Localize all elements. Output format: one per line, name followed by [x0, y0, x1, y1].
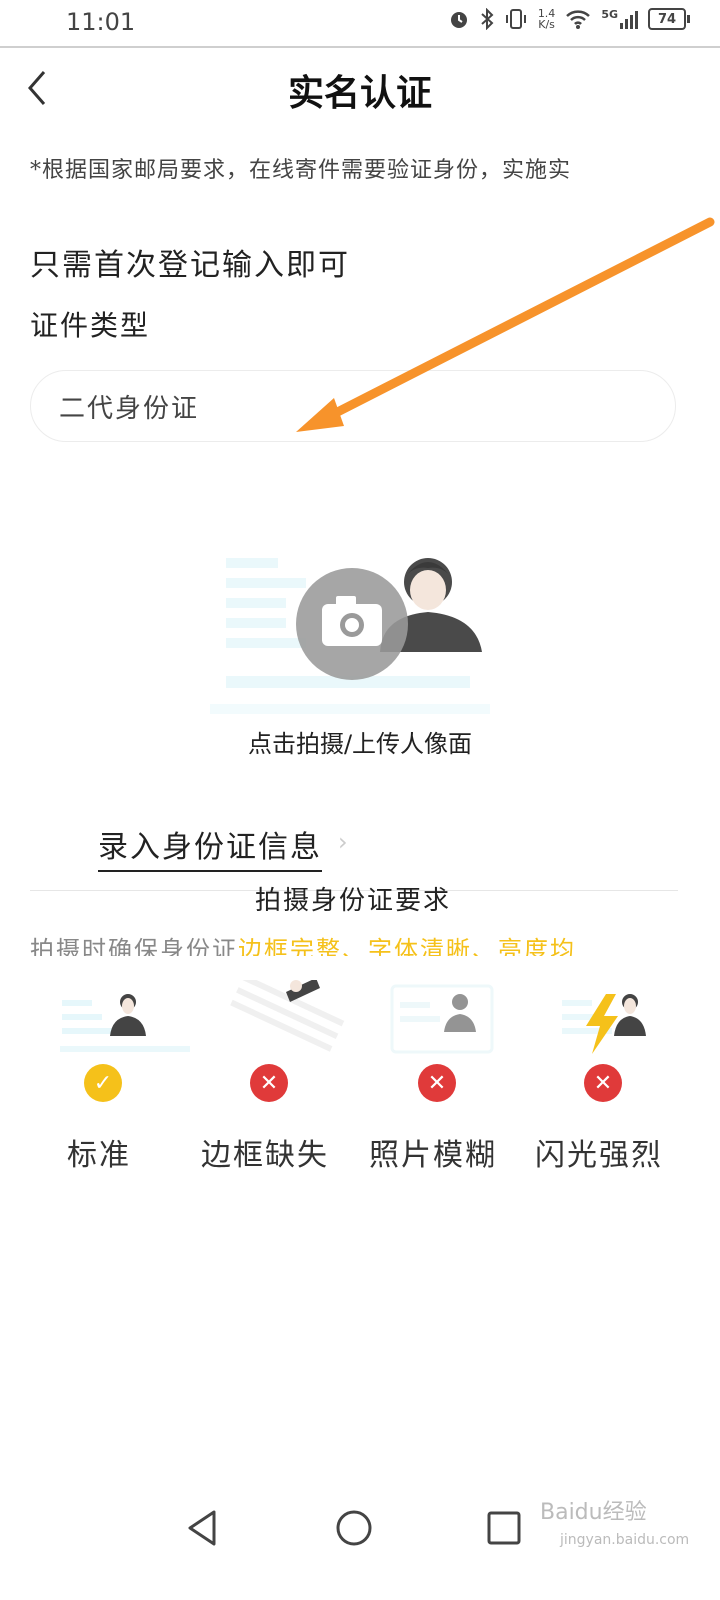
status-icons: 1.4 K/s 5G 74 — [448, 8, 690, 30]
nav-back-icon[interactable] — [180, 1506, 224, 1550]
sample-label-standard: 标准 — [67, 1138, 131, 1173]
check-icon: ✓ — [84, 1064, 122, 1102]
subtitle: 只需首次登记输入即可 — [30, 248, 350, 283]
battery-tip — [687, 15, 690, 23]
sample-label-blurry: 照片模糊 — [369, 1138, 497, 1173]
nav-recents-icon[interactable] — [482, 1506, 526, 1550]
battery-icon: 74 — [648, 8, 686, 30]
error-icon: ✕ — [418, 1064, 456, 1102]
status-time: 11:01 — [66, 8, 136, 36]
upload-portrait-button[interactable] — [210, 540, 490, 720]
wifi-icon — [566, 10, 591, 29]
id-type-value: 二代身份证 — [59, 393, 200, 424]
nav-home-icon[interactable] — [332, 1506, 376, 1550]
watermark-url: jingyan.baidu.com — [560, 1532, 690, 1548]
id-type-select[interactable]: 二代身份证 — [30, 370, 676, 442]
vibrate-icon — [505, 9, 526, 29]
sample-standard-image — [60, 994, 190, 1052]
sample-missing-border-image — [230, 980, 345, 1052]
alarm-icon — [450, 12, 467, 28]
id-type-label: 证件类型 — [30, 309, 151, 342]
error-icon: ✕ — [250, 1064, 288, 1102]
notice-text: *根据国家邮局要求，在线寄件需要验证身份，实施实 — [30, 158, 572, 183]
requirements-text: 拍摄时确保身份证边框完整、字体清晰、亮度均 — [30, 936, 576, 956]
net-speed: 1.4 K/s — [537, 7, 556, 31]
signal-icon — [620, 9, 638, 29]
network-type: 5G — [601, 7, 618, 21]
requirements-title: 拍摄身份证要求 — [254, 886, 451, 916]
chevron-right-icon: › — [338, 828, 348, 856]
page-title: 实名认证 — [287, 72, 432, 114]
id-card-placeholder — [210, 558, 490, 714]
sample-flash-image — [562, 994, 646, 1054]
bluetooth-icon — [481, 8, 494, 30]
enter-id-info-link[interactable]: 录入身份证信息 — [98, 822, 322, 872]
error-icon: ✕ — [584, 1064, 622, 1102]
watermark-brand: Baidu经验 — [540, 1500, 647, 1525]
sample-blurry-image — [390, 984, 494, 1054]
sample-label-missing-border: 边框缺失 — [201, 1138, 329, 1173]
upload-label: 点击拍摄/上传人像面 — [247, 730, 473, 758]
sample-label-flash: 闪光强烈 — [535, 1138, 663, 1173]
